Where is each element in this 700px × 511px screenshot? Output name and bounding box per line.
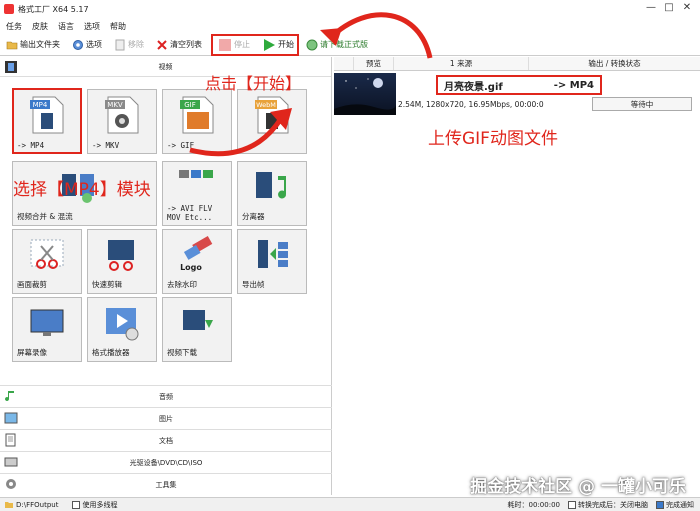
annotation-upload-gif: 上传GIF动图文件 bbox=[428, 129, 558, 149]
arrow-head-start bbox=[320, 28, 342, 46]
arrow-to-start bbox=[328, 12, 433, 59]
watermark-text: 掘金技术社区 @ 一罐小可乐 bbox=[470, 477, 686, 497]
annotation-click-start: 点击【开始】 bbox=[205, 74, 302, 93]
annotation-select-mp4: 选择【MP4】模块 bbox=[13, 180, 151, 200]
annotation-arrows bbox=[189, 12, 433, 157]
arrow-to-gif bbox=[189, 118, 283, 157]
